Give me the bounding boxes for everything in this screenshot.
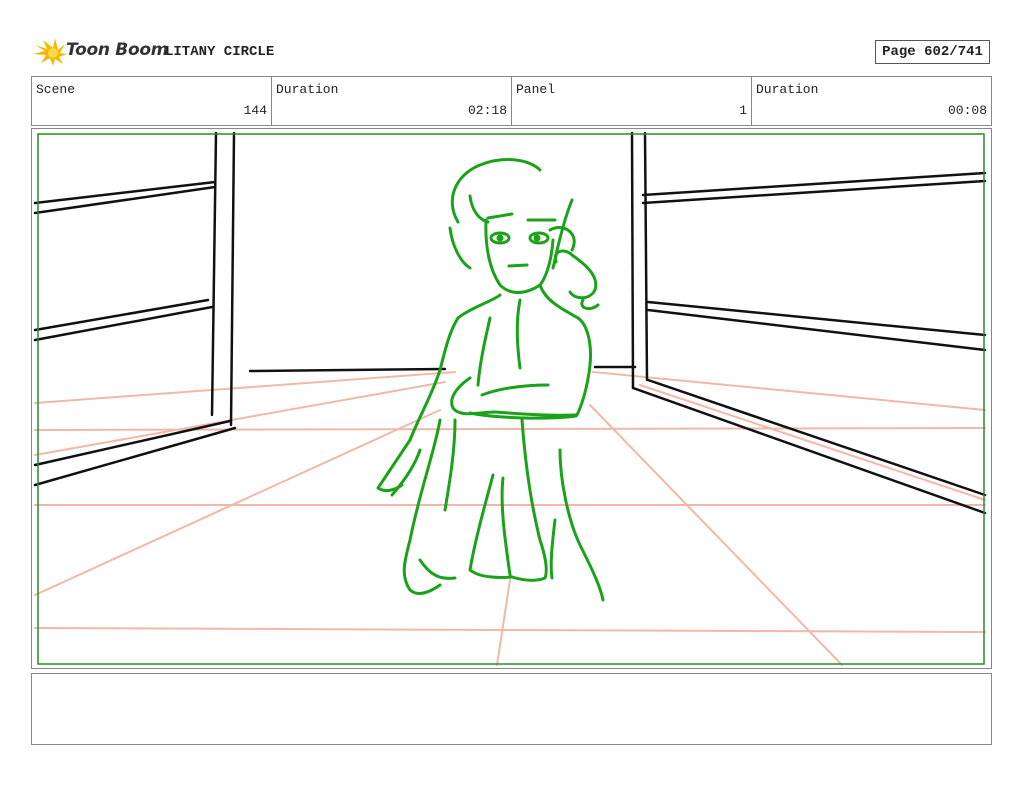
- scene-duration-cell: Duration 02:18: [272, 77, 512, 125]
- room-lines: [33, 131, 987, 515]
- notes-box[interactable]: [31, 673, 992, 745]
- panel-drawing: [33, 131, 987, 666]
- panel-duration-value: 00:08: [947, 103, 987, 118]
- panel-duration-label: Duration: [756, 82, 819, 97]
- info-row: Scene 144 Duration 02:18 Panel 1 Duratio…: [31, 76, 992, 126]
- scene-value: 144: [243, 103, 267, 118]
- panel-cell: Panel 1: [512, 77, 752, 125]
- page-indicator: Page 602/741: [875, 40, 990, 64]
- project-title: LITANY CIRCLE: [165, 44, 275, 60]
- scene-label: Scene: [36, 82, 76, 97]
- scene-duration-value: 02:18: [467, 103, 507, 118]
- scene-duration-label: Duration: [276, 82, 339, 97]
- scene-cell: Scene 144: [32, 77, 272, 125]
- panel-duration-cell: Duration 00:08: [752, 77, 991, 125]
- character-sketch: [376, 158, 605, 602]
- logo-text: Toon Boom: [66, 40, 169, 60]
- panel-value: 1: [739, 103, 747, 118]
- panel-label: Panel: [516, 82, 556, 97]
